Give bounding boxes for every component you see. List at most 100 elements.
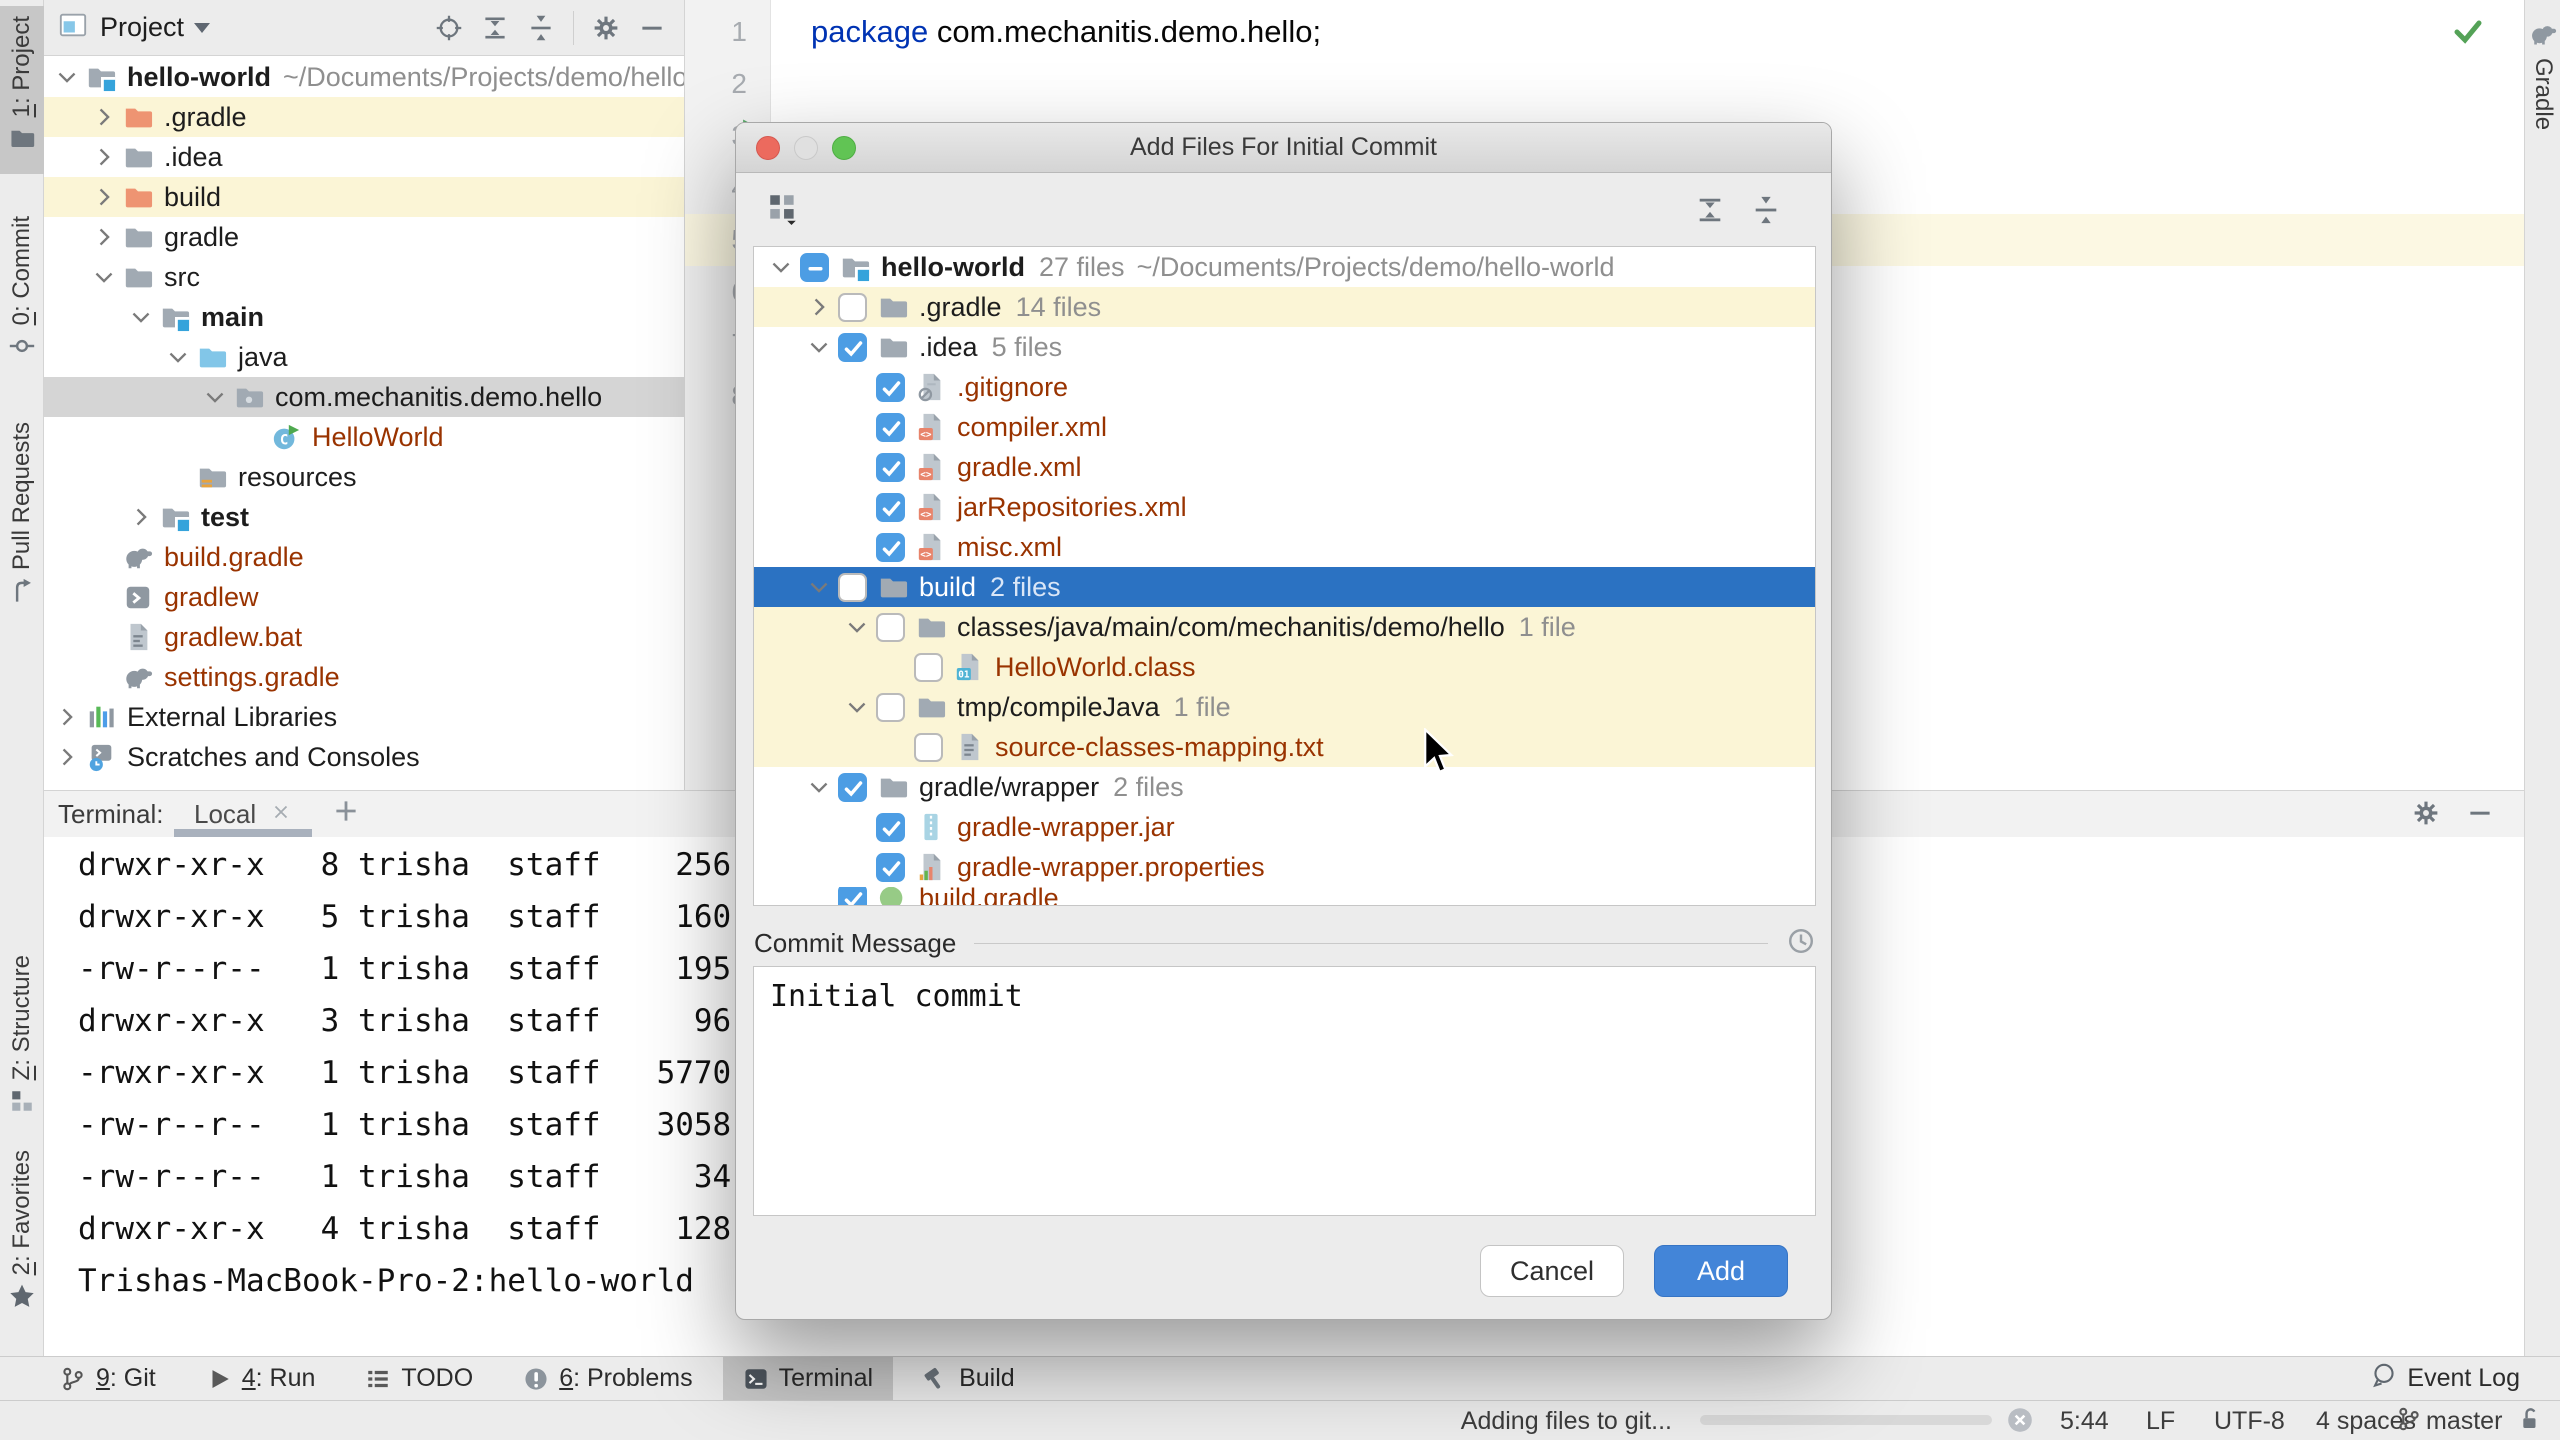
minimize-icon[interactable] [2466,799,2494,827]
tree-item-build-gradle[interactable]: build.gradle [44,537,684,577]
tree-item-external-libraries[interactable]: External Libraries [44,697,684,737]
tree-item-src[interactable]: src [44,257,684,297]
dialog-tree-item--gradle[interactable]: .gradle14 files [754,287,1815,327]
collapse-all-icon[interactable] [1751,195,1781,225]
collapse-all-icon[interactable] [527,14,555,42]
stripe-tab-z--structure[interactable]: Z: Structure [0,955,44,1145]
dialog-tree-item-build[interactable]: build2 files [754,567,1815,607]
dialog-tree-item-tmp-compilejava[interactable]: tmp/compileJava1 file [754,687,1815,727]
tree-item--gradle[interactable]: .gradle [44,97,684,137]
checkbox-off[interactable] [914,653,943,682]
group-by-icon[interactable] [766,191,800,225]
checkbox-on[interactable] [876,413,905,442]
dialog-tree-item-gradle-xml[interactable]: <>gradle.xml [754,447,1815,487]
stripe-tab----project[interactable]: 1: Project [0,6,44,174]
checkbox-on[interactable] [876,813,905,842]
dialog-tree-item--idea[interactable]: .idea5 files [754,327,1815,367]
cancel-progress-icon[interactable] [2006,1406,2034,1440]
plus-icon[interactable] [332,797,360,825]
event-log-button[interactable]: Event Log [2371,1356,2520,1400]
dialog-tree-item-compiler-xml[interactable]: <>compiler.xml [754,407,1815,447]
line-ending[interactable]: LF [2146,1407,2175,1436]
file-encoding[interactable]: UTF-8 [2214,1407,2285,1436]
chevron-expanded-icon[interactable] [48,57,85,97]
tree-item-gradlew[interactable]: gradlew [44,577,684,617]
checkbox-on[interactable] [876,533,905,562]
terminal-tab-local[interactable]: Local [194,799,292,830]
lock-open-icon[interactable] [2516,1406,2542,1432]
tree-item-gradle[interactable]: gradle [44,217,684,257]
chevron-expanded-icon[interactable] [800,327,838,367]
chevron-collapsed-icon[interactable] [85,177,122,217]
toolwindow-button-terminal[interactable]: Terminal [723,1357,893,1401]
tree-item-build[interactable]: build [44,177,684,217]
toolwindow-button-6--problems[interactable]: 6: Problems [503,1357,712,1401]
stripe-tab-gradle[interactable]: Gradle [2525,20,2560,250]
checkbox-minus[interactable] [800,253,829,282]
tree-item-helloworld[interactable]: CHelloWorld [44,417,684,457]
close-icon[interactable] [270,799,292,830]
dialog-tree-item-build-gradle[interactable]: build.gradle [754,887,1815,906]
tree-item-main[interactable]: main [44,297,684,337]
tree-item--idea[interactable]: .idea [44,137,684,177]
checkbox-on[interactable] [876,453,905,482]
chevron-expanded-icon[interactable] [800,567,838,607]
lock-open-icon[interactable] [2516,1406,2542,1439]
tree-item-scratches-and-consoles[interactable]: Scratches and Consoles [44,737,684,777]
chevron-expanded-icon[interactable] [762,247,800,287]
inspections-ok-icon[interactable] [2452,14,2484,51]
dialog-tree-item-misc-xml[interactable]: <>misc.xml [754,527,1815,567]
caret-position[interactable]: 5:44 [2060,1407,2109,1436]
checkbox-off[interactable] [876,693,905,722]
tree-item-test[interactable]: test [44,497,684,537]
tree-item-java[interactable]: java [44,337,684,377]
chevron-expanded-icon[interactable] [122,297,159,337]
chevron-collapsed-icon[interactable] [85,217,122,257]
chevron-collapsed-icon[interactable] [85,97,122,137]
group-by-directory-icon[interactable] [766,191,800,230]
dialog-tree-item-hello-world[interactable]: hello-world27 files~/Documents/Projects/… [754,247,1815,287]
dialog-tree-item-gradle-wrapper[interactable]: gradle/wrapper2 files [754,767,1815,807]
toolwindow-button-todo[interactable]: TODO [345,1357,493,1401]
chevron-collapsed-icon[interactable] [122,497,159,537]
checkbox-on[interactable] [876,493,905,522]
dialog-tree-item-gradle-wrapper-jar[interactable]: gradle-wrapper.jar [754,807,1815,847]
message-history-icon[interactable] [1786,926,1816,961]
chevron-collapsed-icon[interactable] [800,287,838,327]
dialog-tree-item-gradle-wrapper-properties[interactable]: gradle-wrapper.properties [754,847,1815,887]
tree-item-com-mechanitis-demo-hello[interactable]: com.mechanitis.demo.hello [44,377,684,417]
locate-icon[interactable] [435,14,463,42]
expand-all-icon[interactable] [1695,195,1725,225]
toolwindow-button-9--git[interactable]: 9: Git [40,1357,176,1401]
chevron-expanded-icon[interactable] [85,257,122,297]
dialog-tree-item-classes-java-main-com-mechanitis-demo-hello[interactable]: classes/java/main/com/mechanitis/demo/he… [754,607,1815,647]
add-button[interactable]: Add [1654,1245,1788,1297]
x-cancel-icon[interactable] [2006,1406,2034,1434]
stripe-tab-pull-requests[interactable]: Pull Requests [0,412,44,672]
checkbox-on[interactable] [838,773,867,802]
collapse-all-icon[interactable] [1751,195,1781,230]
checkbox-off[interactable] [838,293,867,322]
checkbox-off[interactable] [876,613,905,642]
chevron-expanded-icon[interactable] [838,607,876,647]
checkbox-on[interactable] [838,887,867,906]
new-terminal-tab-button[interactable] [332,797,360,830]
dialog-tree-item-helloworld-class[interactable]: 01HelloWorld.class [754,647,1815,687]
tree-item-resources[interactable]: resources [44,457,684,497]
chevron-expanded-icon[interactable] [196,377,233,417]
dialog-tree-item--gitignore[interactable]: .gitignore [754,367,1815,407]
dialog-tree-item-jarrepositories-xml[interactable]: <>jarRepositories.xml [754,487,1815,527]
chevron-expanded-icon[interactable] [838,687,876,727]
checkbox-off[interactable] [914,733,943,762]
chevron-collapsed-icon[interactable] [48,697,85,737]
tree-item-settings-gradle[interactable]: settings.gradle [44,657,684,697]
checkbox-on[interactable] [876,853,905,882]
toolwindow-button-build[interactable]: Build [903,1357,1035,1401]
minimize-icon[interactable] [638,14,666,42]
chevron-collapsed-icon[interactable] [85,137,122,177]
git-branch-name[interactable]: master [2426,1407,2502,1436]
tree-item-gradlew-bat[interactable]: gradlew.bat [44,617,684,657]
dialog-tree-item-source-classes-mapping-txt[interactable]: source-classes-mapping.txt [754,727,1815,767]
tree-item-hello-world[interactable]: hello-world~/Documents/Projects/demo/hel… [44,57,684,97]
stripe-tab----favorites[interactable]: 2: Favorites [0,1150,44,1340]
